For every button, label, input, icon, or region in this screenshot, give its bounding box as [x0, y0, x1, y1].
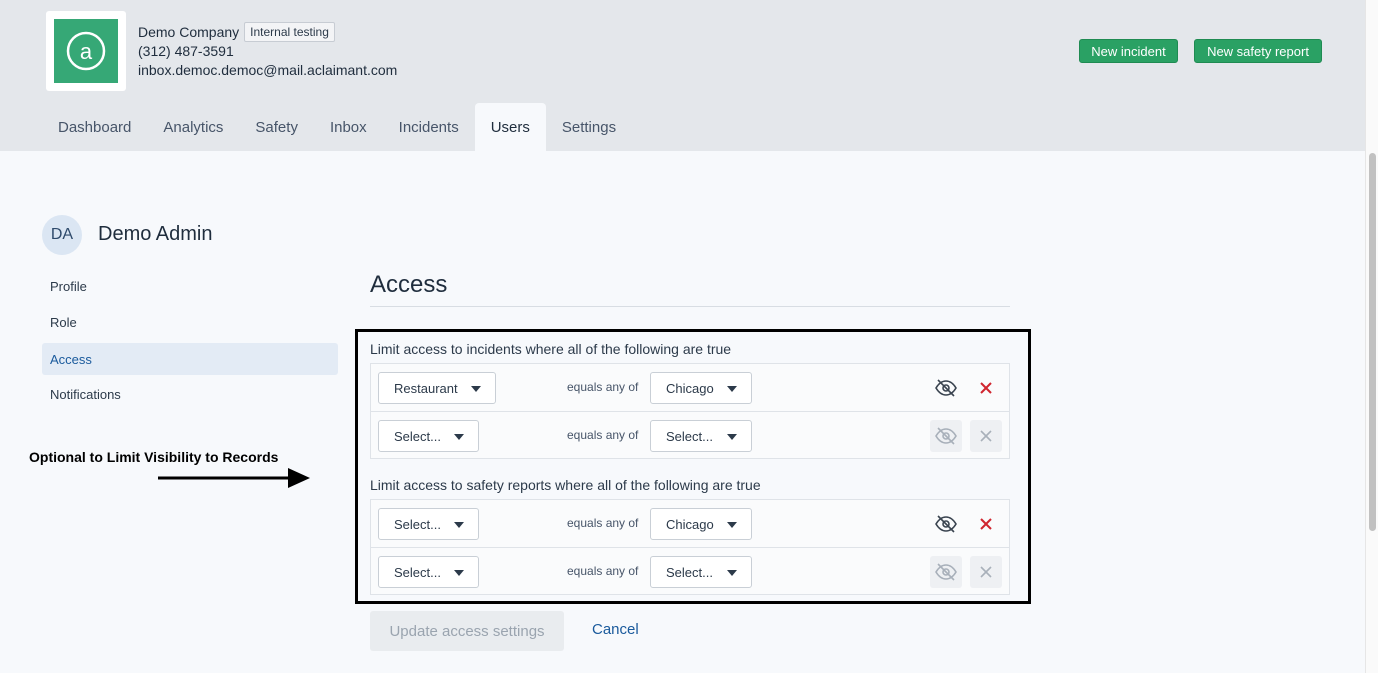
avatar: DA — [42, 215, 82, 255]
safety-rule-row: Select... equals any of Chicago — [371, 500, 1009, 547]
caret-down-icon — [454, 570, 464, 576]
caret-down-icon — [727, 434, 737, 440]
company-email: inbox.democ.democ@mail.aclaimant.com — [138, 62, 398, 78]
value-select[interactable]: Chicago — [650, 508, 752, 540]
field-select-value: Select... — [394, 516, 441, 532]
safety-section-label: Limit access to safety reports where all… — [370, 477, 761, 493]
at-sign-logo-icon: a — [54, 19, 118, 83]
tab-dashboard[interactable]: Dashboard — [42, 103, 147, 151]
eye-off-icon — [935, 379, 957, 397]
remove-rule-button[interactable] — [970, 508, 1002, 540]
remove-rule-button[interactable] — [970, 372, 1002, 404]
close-icon — [980, 382, 992, 394]
company-phone: (312) 487-3591 — [138, 43, 234, 59]
eye-off-icon — [935, 563, 957, 581]
field-select[interactable]: Select... — [378, 556, 479, 588]
incident-rule-row: Select... equals any of Select... — [371, 411, 1009, 458]
caret-down-icon — [454, 522, 464, 528]
close-icon — [980, 518, 992, 530]
page-title: Access — [370, 271, 448, 298]
annotation-arrow-icon — [158, 468, 310, 488]
company-info: Demo Company Internal testing (312) 487-… — [138, 22, 397, 80]
caret-down-icon — [727, 522, 737, 528]
value-select-value: Chicago — [666, 516, 714, 532]
eye-off-icon — [935, 427, 957, 445]
caret-down-icon — [471, 386, 481, 392]
field-select[interactable]: Select... — [378, 508, 479, 540]
cancel-button[interactable]: Cancel — [592, 621, 639, 638]
scrollbar-thumb[interactable] — [1369, 153, 1376, 531]
tab-incidents[interactable]: Incidents — [383, 103, 475, 151]
value-select[interactable]: Chicago — [650, 372, 752, 404]
field-select-value: Select... — [394, 428, 441, 444]
toggle-visibility-button[interactable] — [930, 420, 962, 452]
field-select-value: Restaurant — [394, 380, 458, 396]
toggle-visibility-button[interactable] — [930, 556, 962, 588]
field-select[interactable]: Select... — [378, 420, 479, 452]
tab-safety[interactable]: Safety — [239, 103, 314, 151]
equals-label: equals any of — [567, 516, 639, 530]
tab-analytics[interactable]: Analytics — [147, 103, 239, 151]
new-safety-report-button[interactable]: New safety report — [1194, 39, 1322, 63]
tab-users[interactable]: Users — [474, 103, 546, 151]
tab-settings[interactable]: Settings — [546, 103, 632, 151]
caret-down-icon — [454, 434, 464, 440]
equals-label: equals any of — [567, 428, 639, 442]
equals-label: equals any of — [567, 380, 639, 394]
sidebar-item-access[interactable]: Access — [42, 343, 338, 375]
incident-rule-row: Restaurant equals any of Chicago — [371, 364, 1009, 411]
new-incident-button[interactable]: New incident — [1079, 39, 1178, 63]
app-header: a Demo Company Internal testing (312) 48… — [0, 0, 1366, 151]
field-select-value: Select... — [394, 564, 441, 580]
sidebar-item-role[interactable]: Role — [42, 306, 338, 338]
annotation-text: Optional to Limit Visibility to Records — [29, 449, 279, 465]
update-access-button[interactable]: Update access settings — [370, 611, 564, 651]
caret-down-icon — [727, 570, 737, 576]
user-name: Demo Admin — [98, 223, 213, 245]
eye-off-icon — [935, 515, 957, 533]
safety-rule-row: Select... equals any of Select... — [371, 547, 1009, 594]
incident-rules-box: Restaurant equals any of Chicago Select.… — [370, 363, 1010, 459]
value-select-value: Select... — [666, 564, 713, 580]
value-select[interactable]: Select... — [650, 420, 752, 452]
caret-down-icon — [727, 386, 737, 392]
environment-badge: Internal testing — [244, 22, 335, 42]
toggle-visibility-button[interactable] — [930, 372, 962, 404]
remove-rule-button[interactable] — [970, 556, 1002, 588]
svg-text:a: a — [80, 39, 93, 64]
value-select-value: Select... — [666, 428, 713, 444]
tab-inbox[interactable]: Inbox — [314, 103, 383, 151]
close-icon — [980, 566, 992, 578]
value-select[interactable]: Select... — [650, 556, 752, 588]
incidents-section-label: Limit access to incidents where all of t… — [370, 341, 732, 357]
page-scrollbar[interactable] — [1365, 0, 1378, 673]
sidebar-item-notifications[interactable]: Notifications — [42, 378, 338, 410]
field-select[interactable]: Restaurant — [378, 372, 496, 404]
company-name: Demo Company — [138, 23, 240, 40]
sidebar-item-profile[interactable]: Profile — [42, 270, 338, 302]
safety-rules-box: Select... equals any of Chicago Select..… — [370, 499, 1010, 595]
title-divider — [370, 306, 1010, 307]
value-select-value: Chicago — [666, 380, 714, 396]
company-logo[interactable]: a — [46, 11, 126, 91]
equals-label: equals any of — [567, 564, 639, 578]
remove-rule-button[interactable] — [970, 420, 1002, 452]
toggle-visibility-button[interactable] — [930, 508, 962, 540]
close-icon — [980, 430, 992, 442]
main-tabs: Dashboard Analytics Safety Inbox Inciden… — [42, 103, 632, 151]
